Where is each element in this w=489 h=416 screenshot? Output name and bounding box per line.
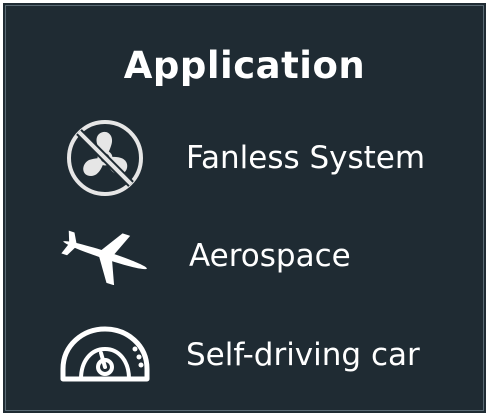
speedometer-icon [51, 315, 159, 395]
panel-title: Application [123, 44, 366, 87]
item-label-fanless-system: Fanless System [186, 140, 426, 176]
list-item-fanless-system: Fanless System [3, 118, 486, 198]
item-label-aerospace: Aerospace [189, 238, 351, 274]
no-fan-icon [51, 118, 159, 198]
airplane-icon [51, 215, 159, 295]
application-panel: Application Fanless System Aerospace Sel… [0, 0, 489, 416]
item-label-self-driving-car: Self-driving car [186, 337, 420, 373]
list-item-aerospace: Aerospace [3, 215, 486, 295]
list-item-self-driving-car: Self-driving car [3, 315, 486, 395]
